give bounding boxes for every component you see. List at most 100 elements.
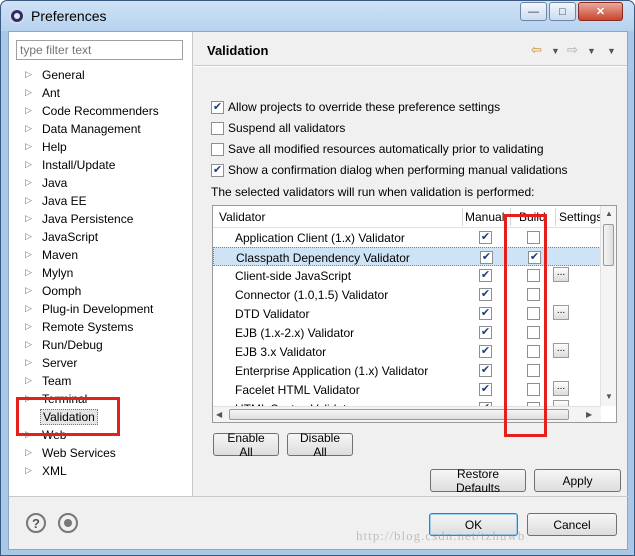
checked-checkbox[interactable]: ✔ bbox=[211, 100, 224, 114]
tree-item-label: Data Management bbox=[42, 121, 141, 136]
tree-item-help[interactable]: ▷ Help bbox=[25, 138, 69, 155]
close-button[interactable]: ✕ bbox=[578, 2, 623, 21]
settings-button[interactable]: ... bbox=[553, 267, 569, 282]
tree-item-team[interactable]: ▷ Team bbox=[25, 372, 73, 389]
expand-arrow-icon[interactable]: ▷ bbox=[25, 303, 40, 314]
manual-checkbox[interactable]: ✔ bbox=[479, 364, 492, 377]
manual-checkbox[interactable]: ✔ bbox=[479, 345, 492, 358]
checked-checkbox[interactable]: ✔ bbox=[211, 163, 224, 177]
expand-arrow-icon[interactable]: ▷ bbox=[25, 141, 40, 152]
tree-item-code-recommenders[interactable]: ▷ Code Recommenders bbox=[25, 102, 161, 119]
back-dropdown-icon[interactable]: ▼ bbox=[551, 46, 560, 56]
expand-arrow-icon[interactable]: ▷ bbox=[25, 321, 40, 332]
scroll-right-icon[interactable]: ▶ bbox=[586, 410, 592, 419]
help-icon[interactable]: ? bbox=[26, 513, 46, 533]
option-checkbox-row[interactable]: ✔ Show a confirmation dialog when perform… bbox=[211, 161, 568, 179]
tree-item-mylyn[interactable]: ▷ Mylyn bbox=[25, 264, 75, 281]
expand-arrow-icon[interactable]: ▷ bbox=[25, 465, 40, 476]
tree-item-label: General bbox=[42, 67, 85, 82]
import-export-icon[interactable] bbox=[58, 513, 78, 533]
expand-arrow-icon[interactable]: ▷ bbox=[25, 213, 40, 224]
tree-item-java-persistence[interactable]: ▷ Java Persistence bbox=[25, 210, 135, 227]
tree-item-ant[interactable]: ▷ Ant bbox=[25, 84, 62, 101]
title-separator bbox=[194, 65, 627, 67]
expand-arrow-icon[interactable]: ▷ bbox=[25, 195, 40, 206]
vertical-scroll-thumb[interactable] bbox=[603, 224, 614, 266]
tree-item-web-services[interactable]: ▷ Web Services bbox=[25, 444, 118, 461]
tree-item-run-debug[interactable]: ▷ Run/Debug bbox=[25, 336, 105, 353]
disable-all-button[interactable]: Disable All bbox=[287, 431, 353, 459]
option-checkbox-row[interactable]: Suspend all validators bbox=[211, 119, 345, 137]
tree-item-xml[interactable]: ▷ XML bbox=[25, 462, 69, 479]
tree-item-oomph[interactable]: ▷ Oomph bbox=[25, 282, 83, 299]
expand-arrow-icon[interactable]: ▷ bbox=[25, 105, 40, 116]
tree-item-general[interactable]: ▷ General bbox=[25, 66, 87, 83]
tree-item-maven[interactable]: ▷ Maven bbox=[25, 246, 80, 263]
unchecked-checkbox[interactable] bbox=[211, 121, 224, 135]
expand-arrow-icon[interactable]: ▷ bbox=[25, 159, 40, 170]
forward-dropdown-icon[interactable]: ▼ bbox=[587, 46, 596, 56]
tree-item-remote-systems[interactable]: ▷ Remote Systems bbox=[25, 318, 135, 335]
expand-arrow-icon[interactable]: ▷ bbox=[25, 285, 40, 296]
tree-item-label: Oomph bbox=[42, 283, 82, 298]
tree-item-install-update[interactable]: ▷ Install/Update bbox=[25, 156, 117, 173]
tree-item-data-management[interactable]: ▷ Data Management bbox=[25, 120, 143, 137]
validator-name: Enterprise Application (1.x) Validator bbox=[235, 364, 429, 378]
tree-item-javascript[interactable]: ▷ JavaScript bbox=[25, 228, 100, 245]
manual-checkbox[interactable]: ✔ bbox=[479, 326, 492, 339]
settings-button[interactable]: ... bbox=[553, 381, 569, 396]
restore-defaults-button[interactable]: Restore Defaults bbox=[430, 467, 526, 495]
view-menu-icon[interactable]: ▼ bbox=[607, 46, 616, 56]
forward-arrow-icon[interactable]: ⇨ bbox=[567, 42, 578, 58]
apply-button[interactable]: Apply bbox=[534, 469, 621, 492]
expand-arrow-icon[interactable]: ▷ bbox=[25, 447, 40, 458]
cancel-button[interactable]: Cancel bbox=[527, 513, 617, 536]
column-manual[interactable]: Manual bbox=[465, 210, 509, 224]
column-settings[interactable]: Settings bbox=[559, 210, 601, 224]
scroll-down-icon[interactable]: ▼ bbox=[605, 392, 613, 401]
scroll-left-icon[interactable]: ◀ bbox=[216, 410, 222, 419]
tree-item-java[interactable]: ▷ Java bbox=[25, 174, 69, 191]
window-title: Preferences bbox=[31, 8, 107, 24]
option-checkbox-row[interactable]: ✔ Allow projects to override these prefer… bbox=[211, 98, 500, 116]
expand-arrow-icon[interactable]: ▷ bbox=[25, 231, 40, 242]
dialog-body: ▷General▷Ant▷Code Recommenders▷Data Mana… bbox=[8, 31, 629, 550]
tree-item-label: Remote Systems bbox=[42, 319, 134, 334]
column-divider[interactable] bbox=[555, 208, 556, 226]
manual-checkbox[interactable]: ✔ bbox=[479, 307, 492, 320]
expand-arrow-icon[interactable]: ▷ bbox=[25, 69, 40, 80]
tree-item-label: Team bbox=[42, 373, 72, 388]
manual-checkbox[interactable]: ✔ bbox=[480, 251, 493, 264]
tree-item-plug-in-development[interactable]: ▷ Plug-in Development bbox=[25, 300, 155, 317]
expand-arrow-icon[interactable]: ▷ bbox=[25, 87, 40, 98]
settings-button[interactable]: ... bbox=[553, 343, 569, 358]
column-validator[interactable]: Validator bbox=[219, 210, 265, 224]
enable-all-button[interactable]: Enable All bbox=[213, 431, 279, 459]
option-checkbox-row[interactable]: Save all modified resources automaticall… bbox=[211, 140, 544, 158]
expand-arrow-icon[interactable]: ▷ bbox=[25, 375, 40, 386]
manual-checkbox[interactable]: ✔ bbox=[479, 231, 492, 244]
tree-item-java-ee[interactable]: ▷ Java EE bbox=[25, 192, 89, 209]
tree-item-label: Maven bbox=[42, 247, 79, 262]
highlight-box bbox=[504, 214, 547, 437]
expand-arrow-icon[interactable]: ▷ bbox=[25, 339, 40, 350]
expand-arrow-icon[interactable]: ▷ bbox=[25, 123, 40, 134]
expand-arrow-icon[interactable]: ▷ bbox=[25, 177, 40, 188]
expand-arrow-icon[interactable]: ▷ bbox=[25, 249, 40, 260]
filter-input[interactable] bbox=[16, 40, 183, 60]
manual-checkbox[interactable]: ✔ bbox=[479, 383, 492, 396]
minimize-button[interactable]: — bbox=[520, 2, 547, 21]
maximize-button[interactable]: □ bbox=[549, 2, 576, 21]
option-label: Suspend all validators bbox=[228, 121, 346, 135]
tree-item-server[interactable]: ▷ Server bbox=[25, 354, 79, 371]
back-arrow-icon[interactable]: ⇦ bbox=[531, 42, 542, 58]
unchecked-checkbox[interactable] bbox=[211, 142, 224, 156]
column-divider[interactable] bbox=[462, 208, 463, 226]
manual-checkbox[interactable]: ✔ bbox=[479, 288, 492, 301]
scroll-up-icon[interactable]: ▲ bbox=[605, 209, 613, 218]
expand-arrow-icon[interactable]: ▷ bbox=[25, 267, 40, 278]
manual-checkbox[interactable]: ✔ bbox=[479, 269, 492, 282]
expand-arrow-icon[interactable]: ▷ bbox=[25, 357, 40, 368]
vertical-scrollbar[interactable]: ▲ ▼ bbox=[600, 206, 616, 406]
settings-button[interactable]: ... bbox=[553, 305, 569, 320]
